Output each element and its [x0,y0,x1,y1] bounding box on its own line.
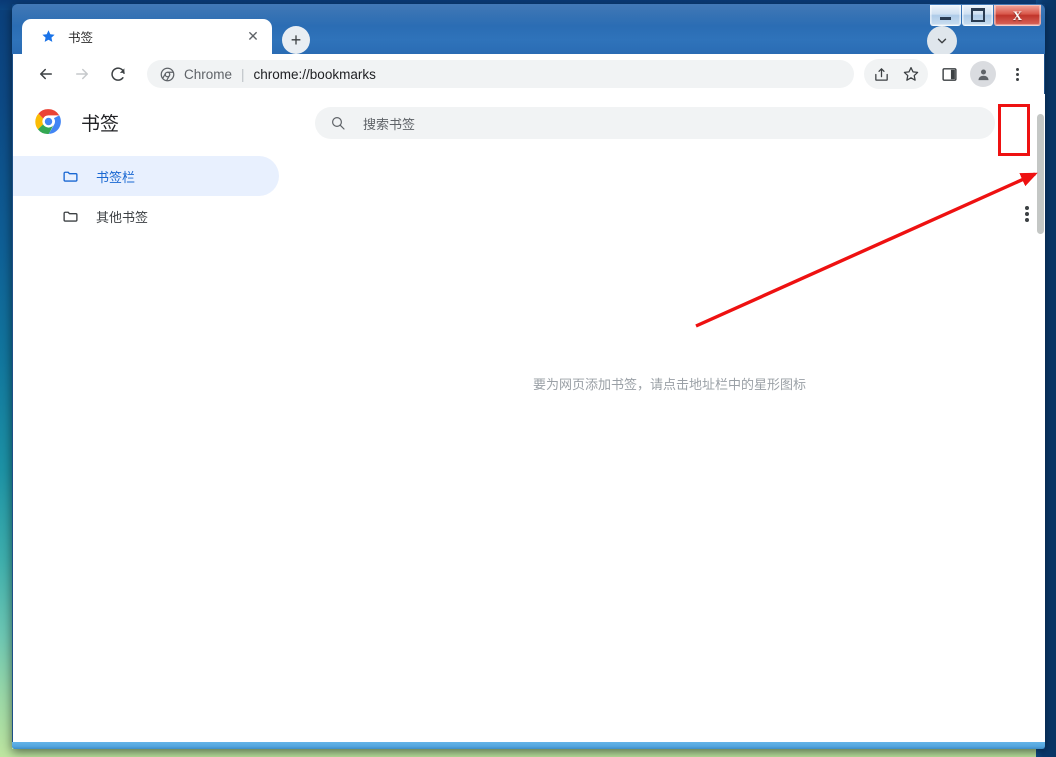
close-button[interactable]: X [994,5,1041,26]
tab-close-button[interactable]: ✕ [242,26,264,48]
reload-button[interactable] [103,59,133,89]
scrollbar-thumb[interactable] [1037,114,1044,234]
chrome-logo-icon [159,66,175,82]
avatar[interactable] [970,61,996,87]
star-icon [40,29,56,45]
omnibox-url-text: chrome://bookmarks [253,66,376,82]
share-and-bookmark-group [864,59,928,89]
omnibox-divider: | [241,66,245,82]
minimize-icon [940,17,951,20]
maximize-button[interactable] [962,5,993,26]
chevron-down-icon[interactable] [927,26,957,54]
tab-title: 书签 [68,31,94,45]
folder-icon [61,207,79,225]
browser-menu-button[interactable] [1002,59,1032,89]
bookmarks-sidebar: 书签栏 其他书签 [13,156,293,236]
page-scrollbar[interactable] [1036,94,1045,742]
empty-state: 要为网页添加书签，请点击地址栏中的星形图标 [295,94,1044,742]
page-title: 书签 [81,113,120,135]
new-tab-button[interactable]: + [282,26,310,54]
chrome-logo [35,108,63,136]
organize-menu-button[interactable] [1017,204,1037,224]
close-icon: X [1012,7,1023,23]
toolbar-actions [864,59,1044,89]
sidebar-item-other-bookmarks[interactable]: 其他书签 [13,196,279,236]
empty-state-message: 要为网页添加书签，请点击地址栏中的星形图标 [532,376,806,392]
window-bottom-rim [12,742,1045,749]
minimize-button[interactable] [930,5,961,26]
sidebar-item-label: 其他书签 [96,209,149,225]
bookmark-star-icon[interactable] [896,59,926,89]
address-bar[interactable]: Chrome | chrome://bookmarks [147,60,854,88]
sidebar-item-label: 书签栏 [96,169,136,185]
forward-button[interactable] [67,59,97,89]
side-panel-icon[interactable] [934,59,964,89]
maximize-icon [970,8,985,22]
three-dots-icon [1015,67,1019,81]
browser-window: X 书签 ✕ + Chrome | chrome://bookmarks 书签 … [12,4,1045,749]
share-icon[interactable] [866,59,896,89]
title-bar[interactable]: X 书签 ✕ + [12,4,1045,54]
omnibox-scheme-label: Chrome [184,66,233,82]
bookmarks-page: 书签 搜索书签 书签栏 其他书签 要为网页添加书签，请点击地址栏中的星形图标 [13,94,1044,742]
browser-tab[interactable]: 书签 ✕ [22,19,272,54]
three-dots-icon [1025,206,1029,222]
window-controls: X [929,5,1041,26]
browser-toolbar: Chrome | chrome://bookmarks [13,54,1044,95]
folder-icon [61,167,79,185]
sidebar-item-bookmarks-bar[interactable]: 书签栏 [13,156,279,196]
back-button[interactable] [31,59,61,89]
